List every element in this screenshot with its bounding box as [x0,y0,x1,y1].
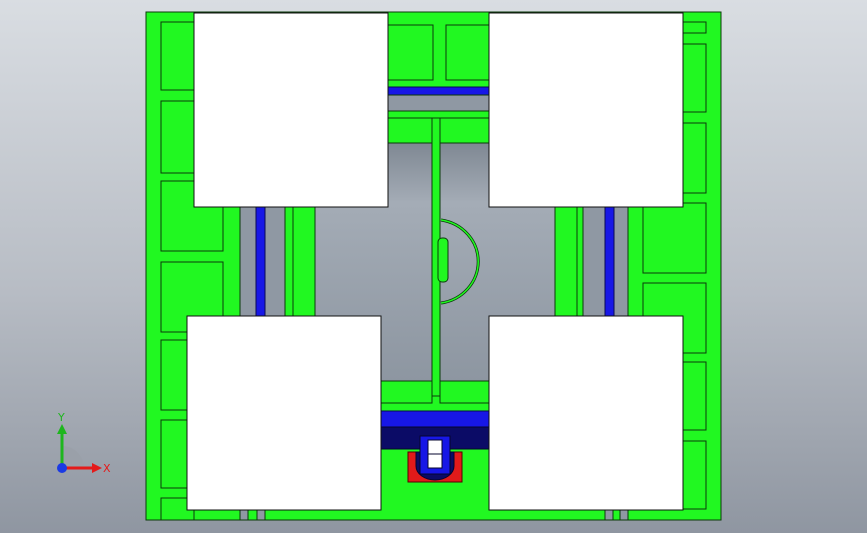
right-electrode [604,206,615,318]
mass-bottom-right[interactable] [488,315,684,511]
right-channel [613,206,629,318]
left-electrode [255,206,266,318]
left-beam-2 [292,206,316,318]
right-channel-2 [582,206,606,318]
right-beam [554,206,578,318]
left-channel-2 [264,206,286,318]
left-channel [239,206,258,318]
top-gap [387,94,490,112]
cad-viewport[interactable]: Y X [0,0,867,533]
axis-triad[interactable]: Y X [40,410,120,490]
mass-top-left[interactable] [193,12,389,208]
top-electrode [387,86,490,96]
z-axis-icon [57,463,67,473]
right-beam-2 [576,206,584,318]
x-axis-label: X [103,462,111,475]
y-axis-label: Y [57,411,65,424]
bottom-electrode [380,410,490,428]
mass-top-right[interactable] [488,12,684,208]
mass-bottom-left[interactable] [186,315,382,511]
ring-anchor [437,237,449,283]
left-beam [284,206,294,318]
mems-gyroscope-model[interactable] [0,0,867,533]
